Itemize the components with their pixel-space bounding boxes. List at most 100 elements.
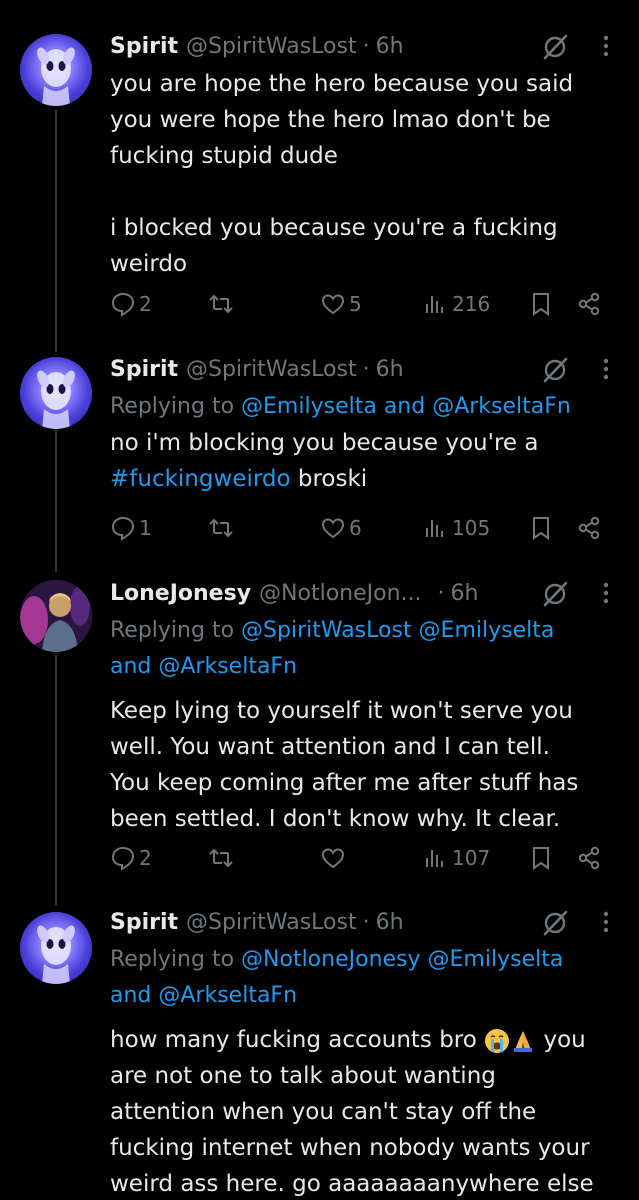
like-button[interactable] xyxy=(320,845,346,871)
reply-icon xyxy=(111,516,135,541)
tweet[interactable]: Spirit @SpiritWasLost · 6h Replying to @… xyxy=(0,345,639,567)
more-options-icon[interactable] xyxy=(595,357,617,381)
separator-dot: · xyxy=(362,909,370,935)
timestamp[interactable]: 6h xyxy=(451,581,479,606)
action-bar: 1 6 105 xyxy=(110,513,619,549)
share-button[interactable] xyxy=(576,515,602,541)
avatar-image xyxy=(37,925,75,984)
repost-icon xyxy=(209,848,233,868)
share-button[interactable] xyxy=(576,291,602,317)
tweet-text-fragment: you xyxy=(536,1027,586,1053)
more-options-icon[interactable] xyxy=(595,581,617,605)
tweet-text-line: #fuckingweirdo broski xyxy=(110,461,619,497)
separator-dot: · xyxy=(362,356,370,382)
view-count: 216 xyxy=(452,292,491,316)
heart-icon xyxy=(321,848,345,869)
grok-icon[interactable] xyxy=(541,580,569,608)
repost-icon xyxy=(209,518,233,538)
views-icon xyxy=(426,850,443,867)
repost-button[interactable] xyxy=(208,845,234,871)
tweet-text-line xyxy=(110,174,619,210)
tweet-text-line: weirdo xyxy=(110,251,188,277)
reply-count: 1 xyxy=(139,516,152,540)
mention-link[interactable]: and @ArkseltaFn xyxy=(110,983,297,1008)
display-name[interactable]: Spirit xyxy=(110,910,178,935)
tweet-text: Keep lying to yourself it won't serve yo… xyxy=(110,693,619,837)
avatar[interactable] xyxy=(20,34,92,106)
repost-button[interactable] xyxy=(208,291,234,317)
bookmark-button[interactable] xyxy=(528,515,554,541)
reply-button[interactable]: 2 xyxy=(110,845,152,871)
tweet-header: LoneJonesy @NotloneJon... · 6h xyxy=(110,573,619,613)
tweet-text-fragment: how many fucking accounts bro xyxy=(110,1027,485,1053)
views-button[interactable]: 107 xyxy=(423,845,490,871)
reply-button[interactable]: 1 xyxy=(110,515,152,541)
display-name[interactable]: Spirit xyxy=(110,34,178,59)
reply-count: 2 xyxy=(139,292,152,316)
display-name[interactable]: LoneJonesy xyxy=(110,581,251,606)
more-options-icon[interactable] xyxy=(595,34,617,58)
tweet-text-line: well. You want attention and I can tell. xyxy=(110,734,550,760)
share-icon xyxy=(578,846,600,870)
views-icon xyxy=(426,520,443,537)
reply-button[interactable]: 2 xyxy=(110,291,152,317)
view-count: 105 xyxy=(452,516,491,540)
share-button[interactable] xyxy=(576,845,602,871)
grok-icon[interactable] xyxy=(541,33,569,61)
tweet-text-fragment: broski xyxy=(290,466,368,492)
avatar[interactable] xyxy=(20,357,92,429)
hashtag-link[interactable]: #fuckingweirdo xyxy=(110,466,291,492)
tweet-text-line: fucking internet when nobody wants your xyxy=(110,1135,590,1161)
more-options-icon[interactable] xyxy=(595,910,617,934)
mention-link[interactable]: and @ArkseltaFn xyxy=(110,654,297,679)
tweet-text-line: i blocked you because you're a fucking xyxy=(110,215,558,241)
timestamp[interactable]: 6h xyxy=(376,910,404,935)
avatar[interactable] xyxy=(20,580,92,652)
timestamp[interactable]: 6h xyxy=(376,357,404,382)
tweet-text-line: fucking stupid dude xyxy=(110,143,338,169)
user-handle[interactable]: @SpiritWasLost xyxy=(186,910,357,935)
tweet-text: you are hope the hero because you said y… xyxy=(110,66,619,282)
like-button[interactable]: 5 xyxy=(320,291,362,317)
mention-link[interactable]: @NotloneJonesy @Emilyselta xyxy=(241,947,563,972)
action-bar: 2 5 216 xyxy=(110,289,619,325)
views-button[interactable]: 216 xyxy=(423,291,490,317)
tweet[interactable]: Spirit @SpiritWasLost · 6h Replying to @… xyxy=(0,901,639,1200)
repost-button[interactable] xyxy=(208,515,234,541)
folded-hands-icon xyxy=(514,1030,533,1052)
separator-dot: · xyxy=(437,580,445,606)
replying-to-label: Replying to xyxy=(110,618,235,643)
user-handle[interactable]: @NotloneJon... xyxy=(259,581,421,606)
tweet-text: how many fucking accounts bro you are no… xyxy=(110,1022,619,1200)
heart-icon xyxy=(321,294,345,315)
views-button[interactable]: 105 xyxy=(423,515,490,541)
tweet-text-line: you were hope the hero lmao don't be xyxy=(110,107,551,133)
avatar[interactable] xyxy=(20,912,92,984)
action-bar: 2 107 xyxy=(110,843,619,879)
heart-icon xyxy=(321,518,345,539)
tweet-header: Spirit @SpiritWasLost · 6h xyxy=(110,26,619,66)
thread: Spirit @SpiritWasLost · 6h you are hope … xyxy=(0,0,639,1200)
grok-icon[interactable] xyxy=(541,909,569,937)
replying-to: Replying to @SpiritWasLost @Emilyselta xyxy=(110,613,619,649)
like-button[interactable]: 6 xyxy=(320,515,362,541)
tweet-text-line: weird ass here. go aaaaaaaanywhere else xyxy=(110,1171,594,1197)
mention-link[interactable]: @SpiritWasLost @Emilyselta xyxy=(241,618,554,643)
display-name[interactable]: Spirit xyxy=(110,357,178,382)
timestamp[interactable]: 6h xyxy=(376,34,404,59)
repost-icon xyxy=(209,294,233,314)
replying-to: and @ArkseltaFn xyxy=(110,649,619,685)
grok-icon[interactable] xyxy=(541,356,569,384)
user-handle[interactable]: @SpiritWasLost xyxy=(186,357,357,382)
tweet-text-line: you are hope the hero because you said xyxy=(110,71,574,97)
avatar-image xyxy=(20,580,92,652)
tweet-text-line: been settled. I don't know why. It clear… xyxy=(110,806,561,832)
avatar-image xyxy=(37,47,75,106)
replying-to: Replying to @NotloneJonesy @Emilyselta xyxy=(110,942,619,978)
tweet[interactable]: Spirit @SpiritWasLost · 6h you are hope … xyxy=(0,0,639,345)
bookmark-button[interactable] xyxy=(528,845,554,871)
bookmark-button[interactable] xyxy=(528,291,554,317)
user-handle[interactable]: @SpiritWasLost xyxy=(186,34,357,59)
mention-link[interactable]: @Emilyselta and @ArkseltaFn xyxy=(241,394,571,419)
tweet[interactable]: LoneJonesy @NotloneJon... · 6h Replying … xyxy=(0,567,639,901)
